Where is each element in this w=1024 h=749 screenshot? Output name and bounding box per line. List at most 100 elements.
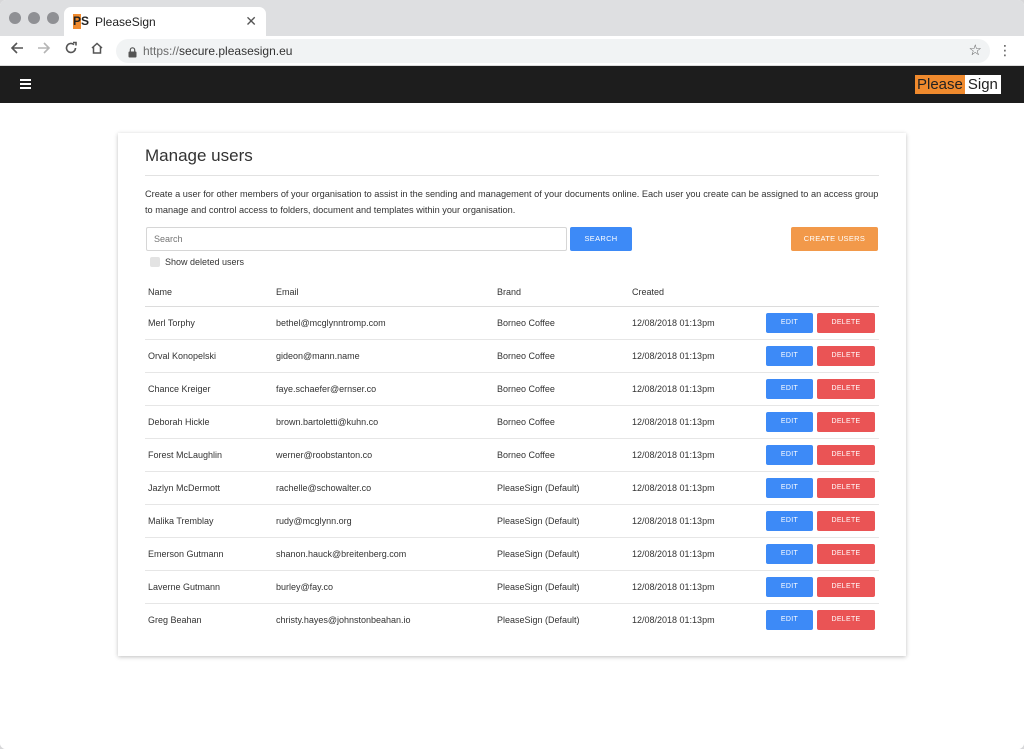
- pleasesign-favicon-icon: PS: [73, 14, 90, 29]
- logo-sign-text: Sign: [964, 75, 1001, 94]
- edit-user-button[interactable]: EDIT: [766, 610, 813, 630]
- maximize-window-button[interactable]: [47, 12, 59, 24]
- user-name: Deborah Hickle: [148, 417, 210, 427]
- user-created: 12/08/2018 01:13pm: [632, 417, 715, 427]
- delete-user-button[interactable]: DELETE: [817, 511, 875, 531]
- address-bar[interactable]: https://secure.pleasesign.eu ☆: [116, 39, 990, 63]
- table-row: Orval Konopelski gideon@mann.name Borneo…: [145, 340, 879, 373]
- pleasesign-logo[interactable]: Please Sign: [915, 75, 1001, 94]
- edit-user-button[interactable]: EDIT: [766, 577, 813, 597]
- column-header-created: Created: [632, 287, 665, 297]
- user-brand: PleaseSign (Default): [497, 516, 580, 526]
- page-description: Create a user for other members of your …: [145, 189, 879, 215]
- user-created: 12/08/2018 01:13pm: [632, 450, 715, 460]
- edit-user-button[interactable]: EDIT: [766, 511, 813, 531]
- user-email: werner@roobstanton.co: [276, 450, 373, 460]
- table-row: Jazlyn McDermott rachelle@schowalter.co …: [145, 472, 879, 505]
- user-email: faye.schaefer@ernser.co: [276, 384, 377, 394]
- close-window-button[interactable]: [9, 12, 21, 24]
- user-brand: PleaseSign (Default): [497, 549, 580, 559]
- edit-user-button[interactable]: EDIT: [766, 313, 813, 333]
- user-created: 12/08/2018 01:13pm: [632, 549, 715, 559]
- table-row: Malika Tremblay rudy@mcglynn.org PleaseS…: [145, 505, 879, 538]
- table-header: Name Email Brand Created: [145, 283, 879, 307]
- user-brand: PleaseSign (Default): [497, 483, 580, 493]
- user-email: bethel@mcglynntromp.com: [276, 318, 386, 328]
- forward-arrow-icon[interactable]: [35, 41, 53, 59]
- user-name: Greg Beahan: [148, 615, 202, 625]
- edit-user-button[interactable]: EDIT: [766, 478, 813, 498]
- user-name: Malika Tremblay: [148, 516, 214, 526]
- table-row: Forest McLaughlin werner@roobstanton.co …: [145, 439, 879, 472]
- home-icon[interactable]: [88, 41, 106, 59]
- delete-user-button[interactable]: DELETE: [817, 577, 875, 597]
- show-deleted-label: Show deleted users: [165, 257, 245, 267]
- search-button[interactable]: SEARCH: [570, 227, 632, 251]
- user-email: gideon@mann.name: [276, 351, 360, 361]
- user-name: Merl Torphy: [148, 318, 195, 328]
- lock-icon: [128, 45, 137, 63]
- delete-user-button[interactable]: DELETE: [817, 445, 875, 465]
- table-row: Laverne Gutmann burley@fay.co PleaseSign…: [145, 571, 879, 604]
- table-row: Emerson Gutmann shanon.hauck@breitenberg…: [145, 538, 879, 571]
- user-created: 12/08/2018 01:13pm: [632, 483, 715, 493]
- user-email: shanon.hauck@breitenberg.com: [276, 549, 407, 559]
- user-email: brown.bartoletti@kuhn.co: [276, 417, 379, 427]
- minimize-window-button[interactable]: [28, 12, 40, 24]
- user-brand: Borneo Coffee: [497, 384, 555, 394]
- table-row: Greg Beahan christy.hayes@johnstonbeahan…: [145, 604, 879, 637]
- edit-user-button[interactable]: EDIT: [766, 379, 813, 399]
- edit-user-button[interactable]: EDIT: [766, 412, 813, 432]
- edit-user-button[interactable]: EDIT: [766, 544, 813, 564]
- user-created: 12/08/2018 01:13pm: [632, 615, 715, 625]
- user-brand: Borneo Coffee: [497, 450, 555, 460]
- browser-window: PS PleaseSign ✕ https://secure.pleasesig…: [0, 0, 1024, 749]
- show-deleted-checkbox[interactable]: [150, 257, 160, 267]
- delete-user-button[interactable]: DELETE: [817, 478, 875, 498]
- user-name: Laverne Gutmann: [148, 582, 221, 592]
- app-header: Please Sign: [0, 66, 1024, 103]
- page-title: Manage users: [145, 146, 253, 165]
- user-name: Chance Kreiger: [148, 384, 211, 394]
- table-row: Deborah Hickle brown.bartoletti@kuhn.co …: [145, 406, 879, 439]
- user-created: 12/08/2018 01:13pm: [632, 318, 715, 328]
- delete-user-button[interactable]: DELETE: [817, 379, 875, 399]
- browser-menu-icon[interactable]: ⋮: [998, 41, 1012, 59]
- browser-toolbar: https://secure.pleasesign.eu ☆ ⋮: [0, 36, 1024, 66]
- delete-user-button[interactable]: DELETE: [817, 544, 875, 564]
- user-email: rachelle@schowalter.co: [276, 483, 372, 493]
- user-name: Emerson Gutmann: [148, 549, 224, 559]
- user-brand: PleaseSign (Default): [497, 582, 580, 592]
- delete-user-button[interactable]: DELETE: [817, 313, 875, 333]
- user-name: Orval Konopelski: [148, 351, 217, 361]
- user-created: 12/08/2018 01:13pm: [632, 351, 715, 361]
- table-row: Merl Torphy bethel@mcglynntromp.com Born…: [145, 307, 879, 340]
- table-row: Chance Kreiger faye.schaefer@ernser.co B…: [145, 373, 879, 406]
- user-created: 12/08/2018 01:13pm: [632, 582, 715, 592]
- user-email: burley@fay.co: [276, 582, 333, 592]
- column-header-brand: Brand: [497, 287, 522, 297]
- user-brand: PleaseSign (Default): [497, 615, 580, 625]
- title-divider: [145, 175, 879, 176]
- user-created: 12/08/2018 01:13pm: [632, 384, 715, 394]
- delete-user-button[interactable]: DELETE: [817, 346, 875, 366]
- delete-user-button[interactable]: DELETE: [817, 412, 875, 432]
- tab-strip: PS PleaseSign ✕: [0, 0, 1024, 36]
- close-tab-icon[interactable]: ✕: [245, 13, 257, 29]
- user-brand: Borneo Coffee: [497, 351, 555, 361]
- delete-user-button[interactable]: DELETE: [817, 610, 875, 630]
- user-brand: Borneo Coffee: [497, 417, 555, 427]
- edit-user-button[interactable]: EDIT: [766, 445, 813, 465]
- user-email: christy.hayes@johnstonbeahan.io: [276, 615, 411, 625]
- search-input[interactable]: [146, 227, 567, 251]
- create-users-button[interactable]: CREATE USERS: [791, 227, 878, 251]
- hamburger-menu-icon[interactable]: [20, 79, 31, 89]
- bookmark-star-icon[interactable]: ☆: [969, 41, 982, 59]
- back-arrow-icon[interactable]: [8, 41, 26, 59]
- column-header-email: Email: [276, 287, 299, 297]
- reload-icon[interactable]: [62, 41, 80, 59]
- browser-tab[interactable]: PS PleaseSign ✕: [64, 7, 266, 36]
- edit-user-button[interactable]: EDIT: [766, 346, 813, 366]
- user-name: Forest McLaughlin: [148, 450, 223, 460]
- manage-users-card: Manage users Create a user for other mem…: [118, 133, 906, 656]
